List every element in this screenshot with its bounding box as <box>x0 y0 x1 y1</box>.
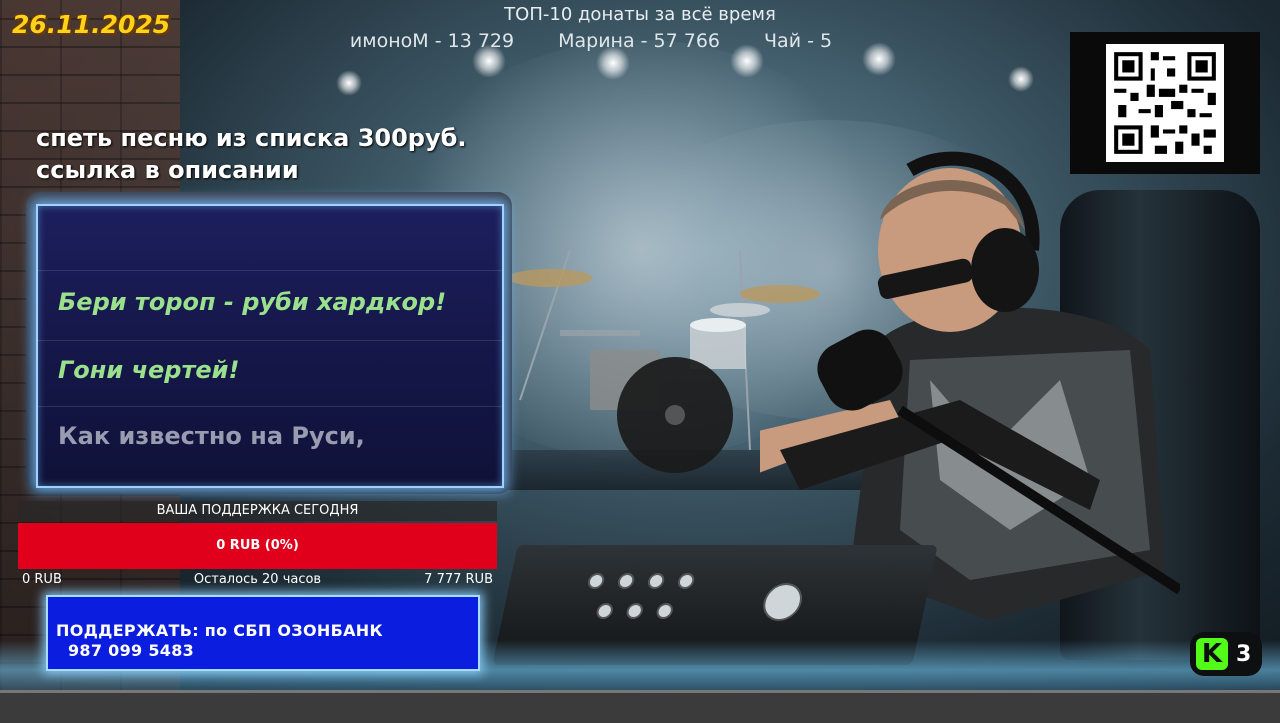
support-goal-value: 7 777 RUB <box>424 572 493 587</box>
jog-wheel <box>762 585 804 619</box>
mixer-knob <box>678 575 694 587</box>
qr-code-icon[interactable] <box>1106 44 1224 162</box>
viewer-count: 3 <box>1236 641 1252 667</box>
bottom-frame <box>0 690 1280 723</box>
donor-entry: Марина - 57 766 <box>558 30 721 52</box>
kick-logo-icon: K <box>1196 638 1228 670</box>
top-donations-title: ТОП-10 донаты за всё время <box>504 4 776 25</box>
lyric-line-next: Гони чертей! <box>58 356 240 384</box>
stream-date: 26.11.2025 <box>12 10 171 39</box>
donor-entry: имоноМ - 13 729 <box>349 30 515 52</box>
mixer-knob <box>597 605 612 617</box>
song-request-price: спеть песню из списка 300руб. <box>36 124 467 152</box>
lyrics-divider <box>38 270 502 271</box>
lyrics-divider <box>38 340 502 341</box>
stage-light <box>336 70 362 96</box>
donate-instructions: ПОДДЕРЖАТЬ: по СБП ОЗОНБАНК <box>56 621 383 640</box>
lyrics-divider <box>38 406 502 407</box>
support-goal-label: ВАША ПОДДЕРЖКА СЕГОДНЯ <box>18 501 497 521</box>
song-request-link-hint: ссылка в описании <box>36 156 299 184</box>
support-progress-bar: 0 RUB (0%) <box>18 523 497 569</box>
qr-panel <box>1070 32 1260 174</box>
mixer-knob <box>618 575 634 587</box>
support-progress-meta: 0 RUB Осталось 20 часов 7 777 RUB <box>18 572 497 590</box>
mixer-knob <box>627 605 642 617</box>
donate-phone-number: 987 099 5483 <box>68 641 195 660</box>
support-progress-text: 0 RUB (0%) <box>216 538 299 553</box>
stage-light <box>1008 66 1034 92</box>
mixer-knob <box>657 605 672 617</box>
mixer-knob <box>588 575 604 587</box>
lyrics-panel: Бери тороп - руби хардкор! Гони чертей! … <box>26 192 512 494</box>
song-request-info: спеть песню из списка 300руб. ссылка в о… <box>36 122 467 186</box>
top-donations-ticker: имоноМ - 13 729 Марина - 57 766 Чай - 5 <box>336 30 896 56</box>
top-donations-widget: ТОП-10 донаты за всё время имоноМ - 13 7… <box>300 4 980 52</box>
mixer-knob <box>648 575 664 587</box>
lyric-line-current: Бери тороп - руби хардкор! <box>58 288 447 316</box>
donate-sbp-panel: ПОДДЕРЖАТЬ: по СБП ОЗОНБАНК 987 099 5483 <box>46 595 480 671</box>
donor-entry: Чай - 5 <box>764 30 833 52</box>
lyrics-screen: Бери тороп - руби хардкор! Гони чертей! … <box>36 204 504 488</box>
kick-viewer-badge: K 3 <box>1190 632 1262 676</box>
lyric-line-upcoming: Как известно на Руси, <box>58 422 365 450</box>
